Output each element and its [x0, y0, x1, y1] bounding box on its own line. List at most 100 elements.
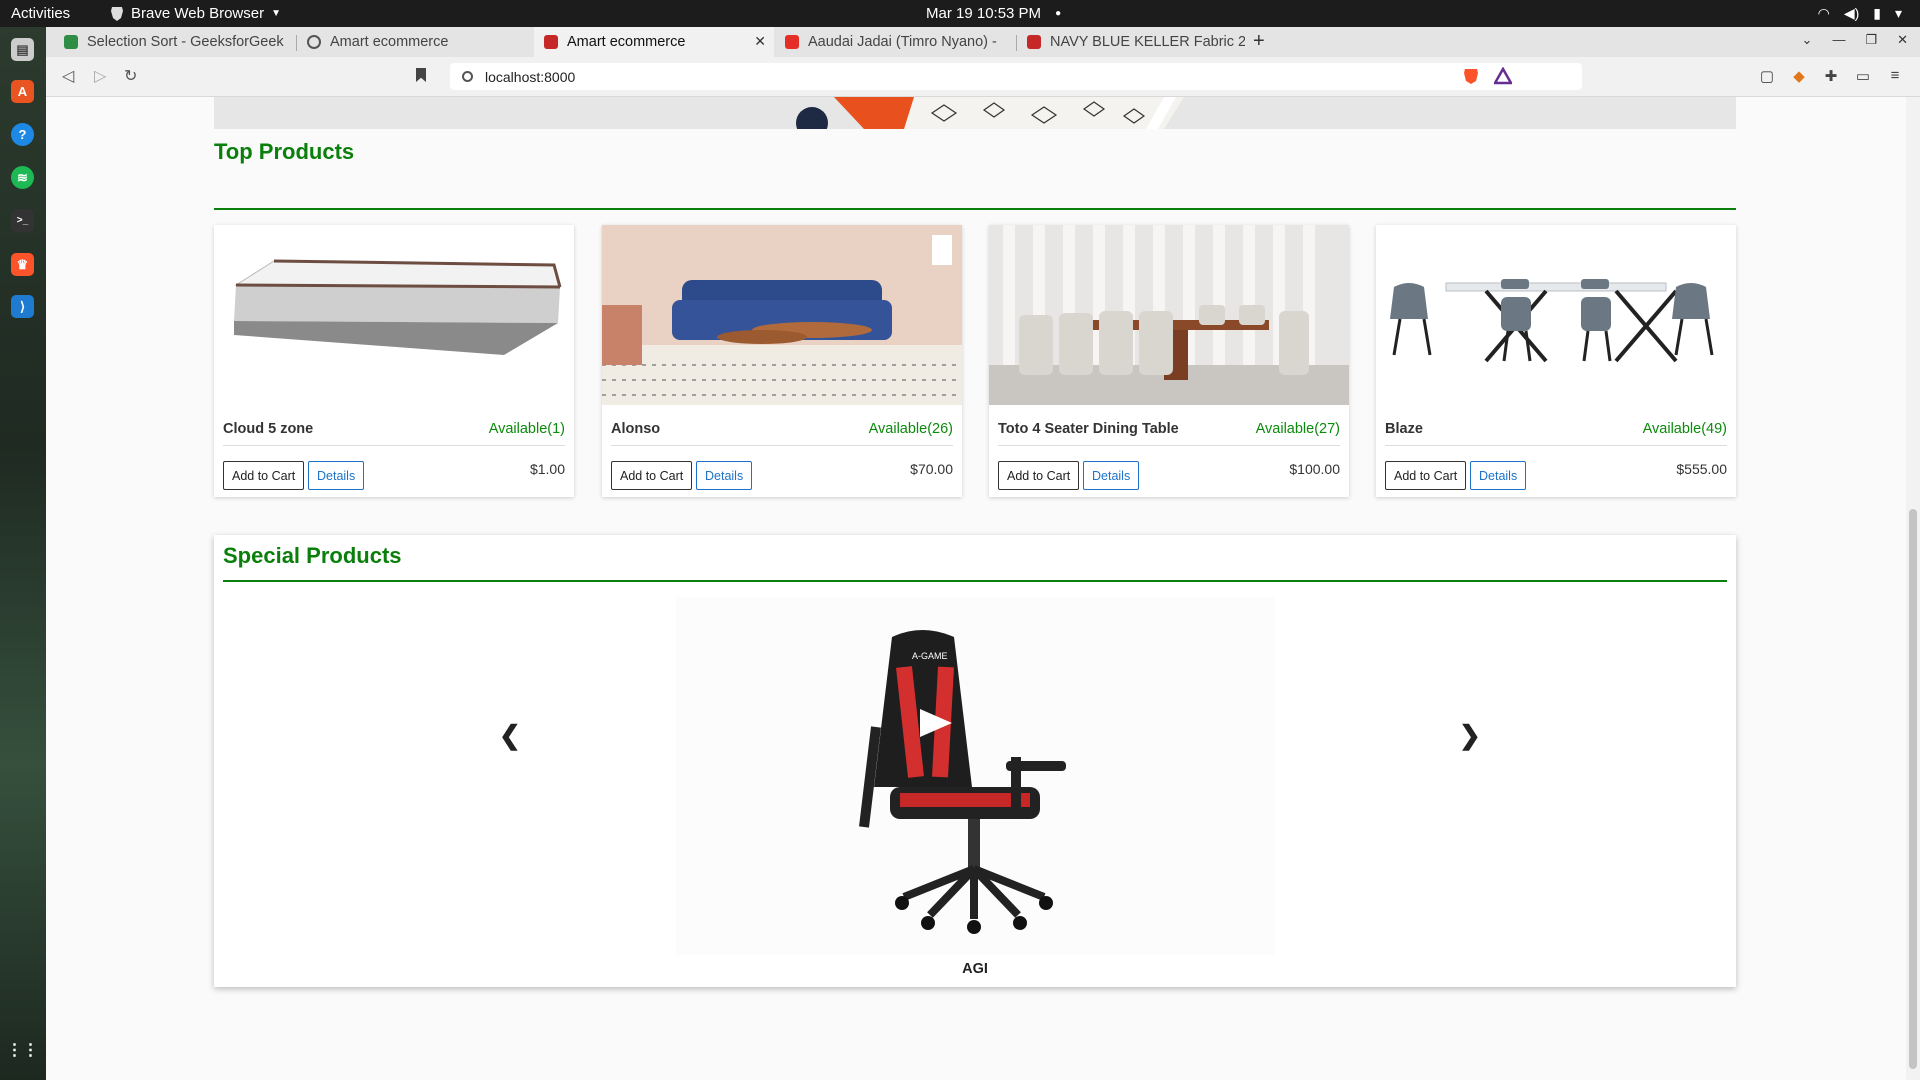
clock-text: Mar 19 10:53 PM [926, 5, 1042, 22]
availability-text: Available(26) [868, 421, 953, 437]
tab-title: Aaudai Jadai (Timro Nyano) - [808, 34, 997, 50]
tab-title: Selection Sort - GeeksforGeek [87, 34, 284, 50]
files-icon[interactable]: ▤ [11, 38, 34, 61]
restore-icon[interactable]: ❐ [1865, 32, 1877, 48]
dining-table-image[interactable] [989, 225, 1349, 405]
help-icon[interactable]: ? [11, 123, 34, 146]
system-tray[interactable]: ◠ ◀) ▮ ▾ [1818, 5, 1902, 22]
brave-icon[interactable]: ♛ [11, 253, 34, 276]
details-button[interactable]: Details [308, 461, 365, 490]
battery-icon: ▮ [1873, 5, 1881, 21]
menu-icon[interactable]: ≡ [1886, 67, 1904, 85]
product-price: $100.00 [1289, 461, 1340, 477]
tab-selection-sort[interactable]: Selection Sort - GeeksforGeek [54, 27, 294, 57]
tab-navy-blue-keller[interactable]: NAVY BLUE KELLER Fabric 2 S [1017, 27, 1245, 57]
brave-rewards-icon[interactable] [1494, 67, 1512, 85]
product-price: $70.00 [910, 461, 953, 477]
mattress-image[interactable] [214, 225, 574, 405]
bookmark-icon[interactable] [416, 68, 426, 82]
show-apps-icon[interactable]: ⋮⋮ [7, 1038, 39, 1061]
availability-text: Available(49) [1642, 421, 1727, 437]
availability-text: Available(1) [488, 421, 565, 437]
special-products-section: Special Products ❮ A-GAME ❯ AGI [214, 535, 1736, 987]
brave-lion-icon [111, 7, 123, 21]
tab-amart-1[interactable]: Amart ecommerce [297, 27, 533, 57]
amart-logo-icon [1027, 35, 1041, 49]
add-to-cart-button[interactable]: Add to Cart [998, 461, 1080, 490]
close-window-icon[interactable]: ✕ [1897, 32, 1908, 48]
metamask-icon[interactable]: ◆ [1790, 67, 1808, 85]
details-button[interactable]: Details [696, 461, 753, 490]
back-icon[interactable]: ◁ [62, 66, 74, 86]
system-top-bar: Activities Brave Web Browser ▼ Mar 19 10… [0, 0, 1920, 27]
sidebar-icon[interactable]: ▢ [1758, 67, 1776, 85]
new-tab-button[interactable]: + [1253, 30, 1265, 53]
forward-icon[interactable]: ▷ [94, 66, 106, 86]
special-products-title: Special Products [223, 543, 402, 568]
volume-icon: ◀) [1843, 5, 1860, 21]
tab-search-icon[interactable]: ⌄ [1802, 32, 1813, 48]
availability-text: Available(27) [1255, 421, 1340, 437]
add-to-cart-button[interactable]: Add to Cart [611, 461, 693, 490]
address-bar[interactable]: localhost:8000 [450, 63, 1582, 90]
url-text: localhost:8000 [485, 68, 576, 85]
carousel-slide-image[interactable]: A-GAME [676, 597, 1274, 955]
window-controls: ⌄ — ❐ ✕ [1802, 32, 1908, 48]
tab-amart-active[interactable]: Amart ecommerce ✕ [534, 27, 774, 57]
youtube-icon [785, 35, 799, 49]
page-scrollbar[interactable] [1906, 97, 1920, 1080]
extensions-icon[interactable]: ✚ [1822, 67, 1840, 85]
sofa-image[interactable] [602, 225, 962, 405]
chair-logo-text: A-GAME [912, 651, 948, 661]
hero-banner-image [214, 97, 1736, 129]
tab-aaudai-jadai[interactable]: Aaudai Jadai (Timro Nyano) - [775, 27, 1015, 57]
carousel-next-button[interactable]: ❯ [1459, 720, 1481, 751]
close-tab-icon[interactable]: ✕ [754, 33, 766, 50]
minimize-icon[interactable]: — [1832, 32, 1845, 48]
carousel-prev-button[interactable]: ❮ [499, 720, 521, 751]
product-name[interactable]: Blaze [1385, 421, 1423, 437]
browser-chrome: Selection Sort - GeeksforGeek Amart ecom… [46, 27, 1920, 97]
reload-icon[interactable]: ↻ [124, 66, 137, 86]
card-divider [998, 445, 1340, 446]
carousel-slide-label: AGI [962, 961, 988, 977]
product-price: $1.00 [529, 461, 565, 477]
terminal-icon[interactable]: >_ [11, 209, 34, 232]
add-to-cart-button[interactable]: Add to Cart [1385, 461, 1467, 490]
chevron-down-icon: ▼ [271, 8, 282, 19]
notification-dot-icon: ● [1055, 8, 1062, 19]
site-info-icon[interactable] [462, 71, 473, 82]
product-card: Blaze Available(49) Add to Cart Details … [1376, 225, 1736, 497]
page-viewport: Top Products Cloud 5 zone Available(1) A… [46, 97, 1920, 1080]
wallet-icon[interactable]: ▭ [1854, 67, 1872, 85]
card-divider [223, 445, 565, 446]
dock: ▤ A ? ≋ >_ ♛ ⟩ ⋮⋮ [0, 27, 46, 1080]
product-name[interactable]: Toto 4 Seater Dining Table [998, 421, 1179, 437]
product-name[interactable]: Alonso [611, 421, 660, 437]
app-name: Brave Web Browser [131, 5, 265, 22]
add-to-cart-button[interactable]: Add to Cart [223, 461, 305, 490]
product-card: Toto 4 Seater Dining Table Available(27)… [989, 225, 1349, 497]
software-center-icon[interactable]: A [11, 80, 34, 103]
app-menu[interactable]: Brave Web Browser ▼ [110, 5, 281, 22]
brave-shields-icon[interactable] [1462, 67, 1480, 85]
power-menu-icon: ▾ [1894, 5, 1902, 21]
details-button[interactable]: Details [1470, 461, 1527, 490]
tab-title: NAVY BLUE KELLER Fabric 2 S [1050, 34, 1245, 50]
spotify-icon[interactable]: ≋ [11, 166, 34, 189]
top-products-title: Top Products [214, 139, 355, 164]
blaze-dining-set-image[interactable] [1376, 225, 1736, 405]
activities-button[interactable]: Activities [11, 5, 70, 22]
clock[interactable]: Mar 19 10:53 PM ● [926, 5, 1061, 22]
product-name[interactable]: Cloud 5 zone [223, 421, 313, 437]
geeksforgeeks-icon [64, 35, 78, 49]
details-button[interactable]: Details [1083, 461, 1140, 490]
top-products-divider [214, 208, 1736, 210]
tab-strip: Selection Sort - GeeksforGeek Amart ecom… [46, 27, 1920, 57]
vscode-icon[interactable]: ⟩ [11, 295, 34, 318]
scrollbar-thumb[interactable] [1909, 509, 1917, 1069]
product-card: Cloud 5 zone Available(1) Add to Cart De… [214, 225, 574, 497]
navigation-bar: ◁ ▷ ↻ localhost:8000 ▢ ◆ ✚ ▭ ≡ [46, 57, 1920, 97]
globe-icon [307, 35, 321, 49]
tab-title: Amart ecommerce [567, 34, 686, 50]
